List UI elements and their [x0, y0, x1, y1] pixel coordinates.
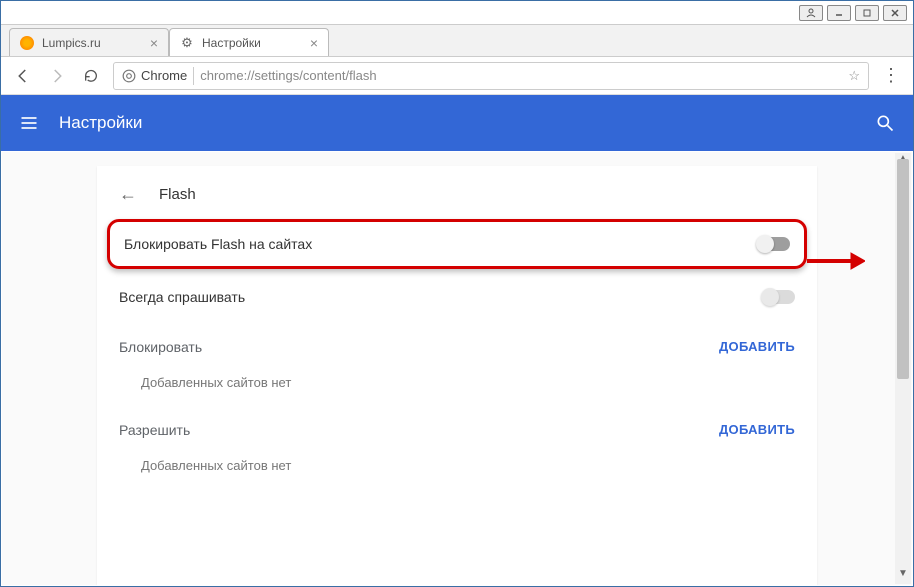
- os-title-bar: [1, 1, 913, 25]
- address-bar[interactable]: Chrome chrome://settings/content/flash ☆: [113, 62, 869, 90]
- favicon-gear-icon: ⚙: [180, 36, 194, 50]
- menu-hamburger-icon[interactable]: [19, 113, 39, 133]
- toggle-always-ask[interactable]: [763, 290, 795, 304]
- scroll-down-icon[interactable]: ▼: [895, 568, 911, 584]
- row-always-ask: Всегда спрашивать: [97, 273, 817, 321]
- settings-card: ← Flash Блокировать Flash на сайтах Всег…: [97, 166, 817, 585]
- toolbar: Chrome chrome://settings/content/flash ☆…: [1, 57, 913, 95]
- settings-title: Настройки: [59, 113, 142, 133]
- os-maximize-button[interactable]: [855, 5, 879, 21]
- nav-reload-button[interactable]: [79, 64, 103, 88]
- tab-lumpics[interactable]: Lumpics.ru ×: [9, 28, 169, 56]
- nav-forward-button[interactable]: [45, 64, 69, 88]
- row-label: Всегда спрашивать: [119, 289, 245, 305]
- tab-close-icon[interactable]: ×: [310, 35, 318, 51]
- settings-app-bar: Настройки: [1, 95, 913, 151]
- back-arrow-icon[interactable]: ←: [119, 184, 137, 205]
- allow-list-empty: Добавленных сайтов нет: [97, 444, 817, 487]
- tab-settings[interactable]: ⚙ Настройки ×: [169, 28, 329, 56]
- os-user-button[interactable]: [799, 5, 823, 21]
- browser-window: Lumpics.ru × ⚙ Настройки × Chrome chrome…: [0, 0, 914, 587]
- search-icon[interactable]: [875, 113, 895, 133]
- block-list-header: Блокировать ДОБАВИТЬ: [97, 321, 817, 361]
- vertical-scrollbar[interactable]: ▲ ▼: [895, 153, 911, 584]
- allow-list-header: Разрешить ДОБАВИТЬ: [97, 404, 817, 444]
- origin-label: Chrome: [141, 68, 187, 83]
- toggle-block-flash[interactable]: [758, 237, 790, 251]
- add-allow-button[interactable]: ДОБАВИТЬ: [719, 422, 795, 438]
- chrome-icon: [122, 69, 136, 83]
- section-title: Flash: [159, 186, 196, 203]
- os-minimize-button[interactable]: [827, 5, 851, 21]
- tab-close-icon[interactable]: ×: [150, 35, 158, 51]
- row-label: Блокировать Flash на сайтах: [124, 236, 312, 252]
- browser-menu-button[interactable]: ⋮: [879, 65, 903, 86]
- tab-title: Настройки: [202, 36, 261, 50]
- site-origin-chip: Chrome: [122, 68, 187, 83]
- add-block-button[interactable]: ДОБАВИТЬ: [719, 339, 795, 355]
- settings-content: ← Flash Блокировать Flash на сайтах Всег…: [2, 152, 912, 585]
- row-block-flash: Блокировать Flash на сайтах: [107, 219, 807, 269]
- favicon-lumpics: [20, 36, 34, 50]
- block-list-empty: Добавленных сайтов нет: [97, 361, 817, 404]
- tab-title: Lumpics.ru: [42, 36, 101, 50]
- tab-strip: Lumpics.ru × ⚙ Настройки ×: [1, 25, 913, 57]
- scroll-thumb[interactable]: [897, 159, 909, 379]
- section-header: ← Flash: [97, 166, 817, 215]
- bookmark-star-icon[interactable]: ☆: [848, 68, 860, 84]
- nav-back-button[interactable]: [11, 64, 35, 88]
- address-url: chrome://settings/content/flash: [200, 68, 376, 83]
- list-title: Блокировать: [119, 339, 202, 355]
- list-title: Разрешить: [119, 422, 190, 438]
- os-close-button[interactable]: [883, 5, 907, 21]
- address-separator: [193, 67, 194, 85]
